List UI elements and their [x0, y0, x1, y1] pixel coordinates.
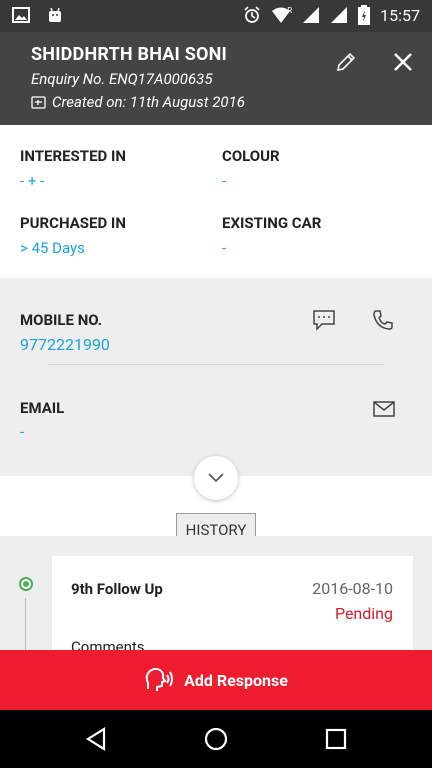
follow-up-title: 9th Follow Up: [71, 580, 163, 598]
expand-button[interactable]: [194, 456, 238, 500]
alarm-icon: [244, 6, 260, 23]
pencil-icon: [336, 52, 356, 72]
existing-car-value: -: [222, 239, 227, 257]
sms-button[interactable]: [310, 306, 338, 334]
signal-icon: [331, 7, 348, 23]
created-on-text: Created on: 11th August 2016: [52, 93, 245, 111]
speaking-head-icon: [145, 667, 174, 691]
roaming-badge: R: [287, 5, 293, 15]
clock: 15:57: [380, 5, 420, 25]
colour-value: -: [222, 172, 227, 190]
status-bar: R 15:57: [0, 0, 432, 32]
follow-up-card[interactable]: 9th Follow Up 2016-08-10 Pending Comment…: [52, 556, 413, 650]
phone-icon: [373, 310, 393, 330]
back-icon: [85, 727, 106, 751]
close-icon: [394, 53, 412, 71]
back-button[interactable]: [84, 726, 110, 752]
contact-section: MOBILE NO. 9772221990 EMAIL -: [0, 278, 432, 476]
home-button[interactable]: [203, 726, 229, 752]
battery-icon: [358, 5, 371, 25]
mobile-value[interactable]: 9772221990: [20, 335, 110, 354]
follow-up-date: 2016-08-10: [312, 579, 393, 598]
interested-in-label: INTERESTED IN: [20, 147, 126, 165]
home-icon: [204, 727, 228, 751]
add-response-label: Add Response: [184, 670, 288, 690]
edit-button[interactable]: [334, 50, 358, 74]
email-label: EMAIL: [20, 399, 65, 417]
created-on: Created on: 11th August 2016: [31, 93, 245, 111]
email-value[interactable]: -: [20, 423, 24, 441]
interested-in-value: - + -: [20, 172, 45, 190]
timeline-line: [25, 598, 26, 650]
android-icon: [49, 7, 61, 22]
chevron-down-icon: [208, 473, 224, 483]
divider: [48, 364, 384, 365]
history-toggle-area: HISTORY: [0, 456, 432, 547]
purchased-in-value: > 45 Days: [20, 239, 85, 257]
follow-up-status: Pending: [334, 604, 393, 623]
history-timeline: 9th Follow Up 2016-08-10 Pending Comment…: [0, 536, 432, 650]
signal-icon: [303, 7, 320, 23]
close-button[interactable]: [390, 49, 416, 75]
enquiry-number: Enquiry No. ENQ17A000635: [31, 70, 213, 88]
recents-button[interactable]: [323, 726, 349, 752]
email-button[interactable]: [370, 395, 398, 423]
mobile-label: MOBILE NO.: [20, 311, 103, 329]
follow-up-comments-label: Comments: [71, 638, 145, 650]
enquiry-header: SHIDDHRTH BHAI SONI Enquiry No. ENQ17A00…: [0, 32, 432, 125]
message-icon: [313, 310, 335, 331]
purchased-in-label: PURCHASED IN: [20, 214, 126, 232]
existing-car-label: EXISTING CAR: [222, 214, 322, 232]
mail-icon: [373, 401, 395, 417]
colour-label: COLOUR: [222, 147, 280, 165]
call-button[interactable]: [369, 306, 397, 334]
customer-name: SHIDDHRTH BHAI SONI: [31, 44, 227, 65]
recents-icon: [325, 728, 347, 750]
timeline-dot: [19, 577, 33, 591]
calendar-tag-icon: [31, 95, 46, 109]
image-icon: [12, 7, 30, 23]
enquiry-details: INTERESTED IN - + - COLOUR - PURCHASED I…: [0, 125, 432, 278]
add-response-button[interactable]: Add Response: [0, 650, 432, 710]
navigation-bar: [0, 710, 432, 768]
